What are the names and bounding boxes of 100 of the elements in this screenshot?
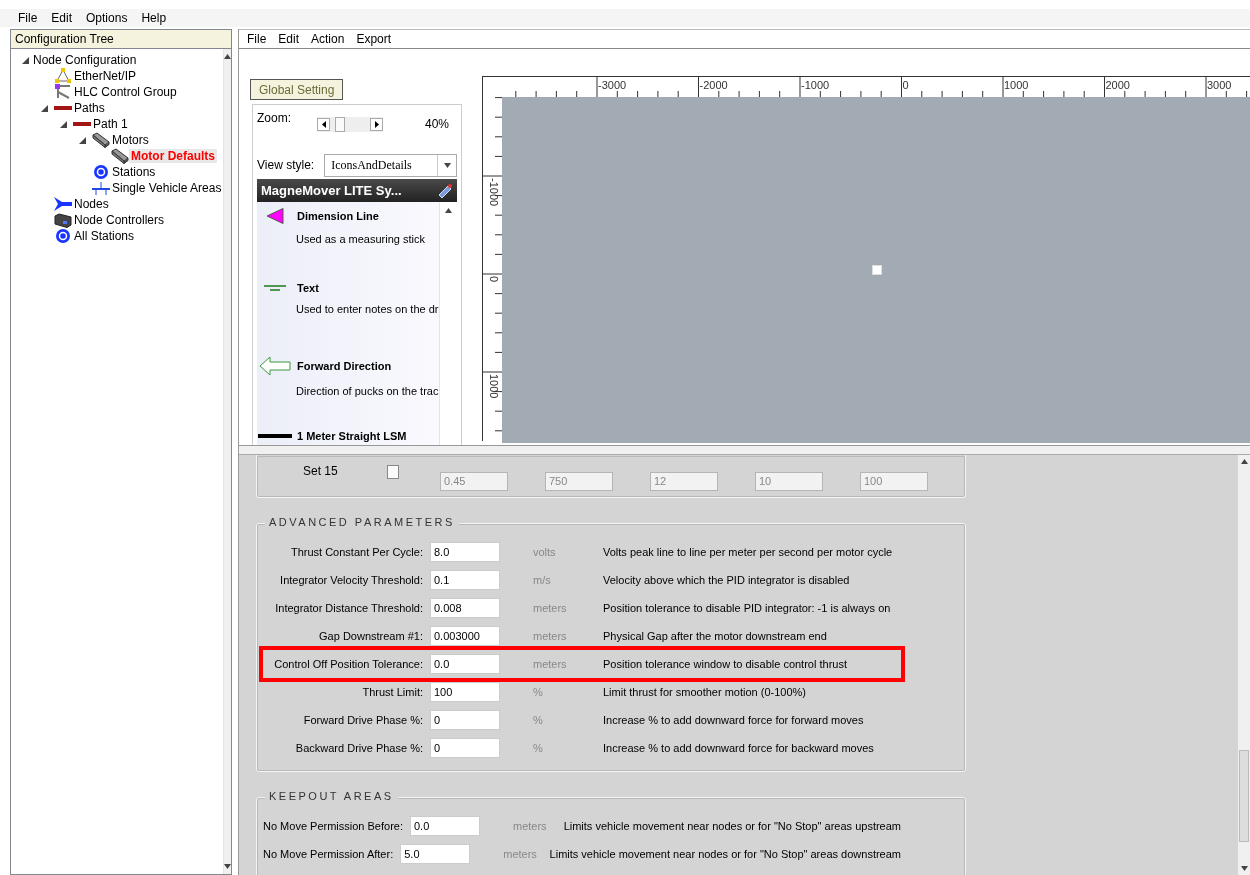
field-description: Limit thrust for smoother motion (0-100%)	[603, 686, 806, 698]
field-description: Increase % to add downward force for backward moves	[603, 742, 874, 754]
menu-item[interactable]: File	[247, 32, 267, 46]
menu-item[interactable]: Help	[141, 11, 167, 25]
field-label: No Move Permission Before:	[263, 820, 403, 832]
slider-thumb[interactable]	[334, 117, 345, 132]
tree-item[interactable]: Node Controllers	[72, 213, 167, 227]
set-label: Set 15	[302, 464, 339, 478]
scroll-up-icon[interactable]	[224, 54, 232, 59]
scrollbar[interactable]	[223, 49, 232, 874]
menu-item[interactable]: Action	[311, 32, 345, 46]
arrow-icon	[259, 356, 291, 376]
pencil-icon[interactable]	[437, 182, 453, 199]
tree-item[interactable]: Single Vehicle Areas	[110, 181, 224, 195]
value-field[interactable]: 0.008	[430, 598, 500, 618]
triangle-icon	[266, 208, 284, 224]
path-icon	[54, 106, 72, 110]
palette-item-description: Direction of pucks on the trac	[295, 385, 439, 397]
palette-item-description: Used as a measuring stick	[295, 233, 426, 245]
field-description: Physical Gap after the motor downstream end	[603, 630, 827, 642]
value-field[interactable]: 0	[430, 738, 500, 758]
field-description: Limits vehicle movement near nodes or for "No Stop" areas downstream	[549, 848, 901, 860]
expanded-arrow-icon[interactable]	[21, 56, 29, 64]
value-field[interactable]: 8.0	[430, 542, 500, 562]
zoom-out-button[interactable]	[317, 118, 330, 131]
tree-item[interactable]: EtherNet/IP	[72, 69, 139, 83]
origin-marker[interactable]	[872, 265, 882, 275]
field-label: Gap Downstream #1:	[318, 630, 423, 642]
tree-item[interactable]: Paths	[72, 101, 107, 115]
unit-label: volts	[532, 546, 557, 558]
menu-item[interactable]: Edit	[51, 11, 73, 25]
field-label: No Move Permission After:	[263, 848, 394, 860]
section-title: ADVANCED PARAMETERS	[265, 516, 459, 528]
tree-item[interactable]: Node Configuration	[31, 53, 139, 67]
field-label: Thrust Limit:	[361, 686, 423, 698]
palette-item-title[interactable]: Forward Direction	[297, 360, 392, 372]
vertical-ruler: -1000 0 1000	[483, 97, 502, 443]
station-icon	[94, 165, 108, 179]
scroll-thumb[interactable]	[1239, 750, 1249, 842]
expanded-arrow-icon[interactable]	[78, 136, 86, 144]
unit-label: m/s	[532, 574, 552, 586]
scroll-down-icon[interactable]	[1240, 866, 1248, 871]
zoom-value: 40%	[424, 117, 449, 131]
scroll-down-icon[interactable]	[224, 864, 232, 869]
field-description: Position tolerance to disable PID integrator: -1 is always on	[603, 602, 891, 614]
text-tool-icon	[264, 284, 286, 292]
view-style-dropdown[interactable]: IconsAndDetails	[324, 153, 457, 177]
unit-label: %	[532, 742, 544, 754]
scroll-up-icon[interactable]	[445, 208, 452, 213]
palette-item-title[interactable]: Dimension Line	[297, 210, 379, 222]
field-label: Integrator Distance Threshold:	[274, 602, 423, 614]
menu-item[interactable]: Export	[356, 32, 392, 46]
tree-item[interactable]: All Stations	[72, 229, 137, 243]
station-icon	[56, 229, 70, 243]
tree-item[interactable]: Motors	[110, 133, 151, 147]
field-label: Thrust Constant Per Cycle:	[289, 546, 423, 558]
tree-item[interactable]: Nodes	[72, 197, 111, 211]
scroll-up-icon[interactable]	[1240, 459, 1248, 464]
node-icon	[54, 197, 72, 211]
motor-icon	[111, 148, 129, 164]
network-icon	[55, 68, 71, 84]
area-icon	[92, 181, 110, 195]
scrollbar[interactable]	[1238, 455, 1250, 875]
scrollbar[interactable]	[439, 202, 457, 445]
field-description: Increase % to add downward force for forward moves	[603, 714, 864, 726]
section-title: KEEPOUT AREAS	[265, 790, 398, 802]
panel-title: Configuration Tree	[11, 30, 231, 49]
tree-item[interactable]: HLC Control Group	[72, 85, 179, 99]
global-setting-button[interactable]: Global Setting	[250, 79, 344, 100]
unit-label: %	[532, 686, 544, 698]
path-icon	[73, 122, 91, 126]
left-arrow-icon	[321, 121, 326, 128]
expanded-arrow-icon[interactable]	[40, 104, 48, 112]
field-description: Limits vehicle movement near nodes or for "No Stop" areas upstream	[563, 820, 901, 832]
zoom-in-button[interactable]	[370, 118, 383, 131]
value-field[interactable]: 0.003000	[430, 626, 500, 646]
checkbox[interactable]	[386, 465, 399, 479]
expanded-arrow-icon[interactable]	[59, 120, 67, 128]
unit-label: meters	[512, 820, 548, 832]
dropdown-arrow-icon[interactable]	[443, 162, 451, 168]
value-field[interactable]: 5.0	[400, 844, 471, 864]
tree-item[interactable]: Stations	[110, 165, 158, 179]
field-label: Backward Drive Phase %:	[294, 742, 423, 754]
motor-icon	[92, 132, 110, 148]
value-field[interactable]: 0.1	[430, 570, 500, 590]
palette-title: MagneMover LITE Sy...	[261, 183, 402, 198]
value-field[interactable]: 0.0	[430, 654, 500, 674]
palette-item-title[interactable]: 1 Meter Straight LSM	[297, 430, 407, 442]
value-field[interactable]: 0.0	[410, 816, 480, 836]
right-arrow-icon	[374, 121, 379, 128]
tree-item[interactable]: Path 1	[91, 117, 130, 131]
menu-item[interactable]: Options	[86, 11, 128, 25]
palette-item-title[interactable]: Text	[297, 282, 319, 294]
zoom-label: Zoom:	[257, 111, 291, 125]
value-field[interactable]: 0	[430, 710, 500, 730]
menu-item[interactable]: File	[18, 11, 38, 25]
field-description: Position tolerance window to disable control thrust	[603, 658, 847, 670]
group-icon	[55, 84, 71, 100]
value-field[interactable]: 100	[430, 682, 500, 702]
menu-item[interactable]: Edit	[278, 32, 300, 46]
